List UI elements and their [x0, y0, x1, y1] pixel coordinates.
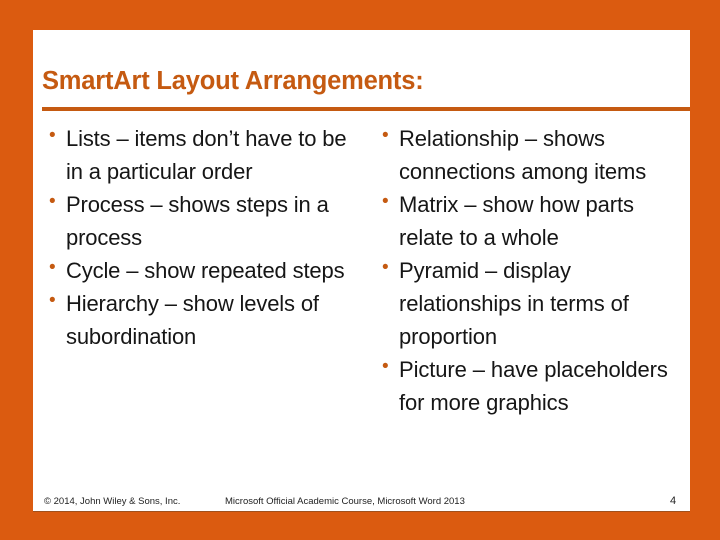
list-item: • Pyramid – display relationships in ter…	[378, 254, 689, 353]
bullet-dot-icon: •	[49, 290, 56, 311]
list-item: • Matrix – show how parts relate to a wh…	[378, 188, 689, 254]
bullet-dot-icon: •	[382, 191, 389, 212]
list-item: • Lists – items don’t have to be in a pa…	[45, 122, 361, 188]
bullet-dot-icon: •	[382, 125, 389, 146]
bullet-dot-icon: •	[49, 257, 56, 278]
bullet-dot-icon: •	[382, 257, 389, 278]
list-item-label: Relationship – shows connections among i…	[399, 126, 647, 184]
list-item-label: Hierarchy – show levels of subordination	[66, 291, 319, 349]
bullet-dot-icon: •	[49, 125, 56, 146]
list-item-label: Process – shows steps in a process	[66, 192, 329, 250]
bullet-dot-icon: •	[382, 356, 389, 377]
body-columns: • Lists – items don’t have to be in a pa…	[33, 122, 690, 419]
bullet-dot-icon: •	[49, 191, 56, 212]
slide-canvas: SmartArt Layout Arrangements: • Lists – …	[33, 30, 690, 512]
footer-course-title: Microsoft Official Academic Course, Micr…	[225, 496, 465, 507]
slide: SmartArt Layout Arrangements: • Lists – …	[0, 0, 720, 540]
list-item: • Picture – have placeholders for more g…	[378, 353, 689, 419]
list-item: • Hierarchy – show levels of subordinati…	[45, 287, 361, 353]
list-item-label: Lists – items don’t have to be in a part…	[66, 126, 347, 184]
page-title: SmartArt Layout Arrangements:	[42, 67, 424, 95]
list-item-label: Matrix – show how parts relate to a whol…	[399, 192, 634, 250]
bullet-column-left: • Lists – items don’t have to be in a pa…	[33, 122, 361, 419]
list-item-label: Picture – have placeholders for more gra…	[399, 357, 668, 415]
list-item-label: Pyramid – display relationships in terms…	[399, 258, 629, 349]
footer-divider	[33, 511, 690, 512]
list-item-label: Cycle – show repeated steps	[66, 258, 345, 283]
title-block: SmartArt Layout Arrangements:	[42, 68, 682, 95]
footer-page-number: 4	[670, 495, 677, 507]
footer-copyright: © 2014, John Wiley & Sons, Inc.	[44, 496, 181, 507]
bullet-column-right: • Relationship – shows connections among…	[361, 122, 689, 419]
slide-footer: © 2014, John Wiley & Sons, Inc. Microsof…	[33, 494, 690, 512]
list-item: • Cycle – show repeated steps	[45, 254, 361, 287]
title-underline-rule	[42, 107, 690, 111]
list-item: • Relationship – shows connections among…	[378, 122, 689, 188]
list-item: • Process – shows steps in a process	[45, 188, 361, 254]
